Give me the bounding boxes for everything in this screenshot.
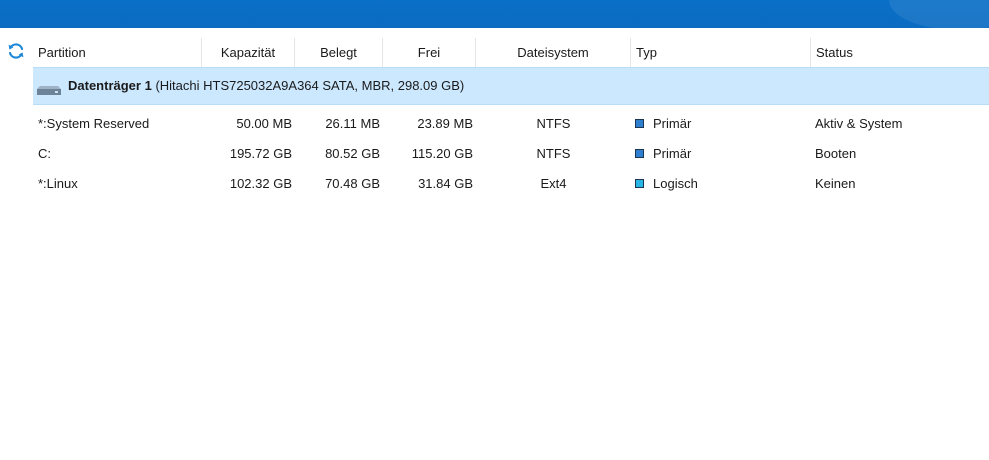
disk-name: Datenträger 1 bbox=[68, 78, 152, 93]
partition-status: Keinen bbox=[815, 176, 856, 191]
partition-filesystem: NTFS bbox=[536, 146, 571, 161]
column-header-type[interactable]: Typ bbox=[631, 38, 811, 67]
partition-capacity: 195.72 GB bbox=[229, 146, 292, 161]
partition-used: 26.11 MB bbox=[325, 116, 380, 131]
hard-disk-icon bbox=[37, 83, 61, 95]
partition-type: Primär bbox=[653, 116, 692, 131]
column-header-filesystem[interactable]: Dateisystem bbox=[476, 38, 631, 67]
partition-capacity: 50.00 MB bbox=[236, 116, 292, 131]
partition-status: Aktiv & System bbox=[815, 116, 903, 131]
partition-type: Logisch bbox=[653, 176, 698, 191]
partition-used: 70.48 GB bbox=[325, 176, 380, 191]
disk-details: (Hitachi HTS725032A9A364 SATA, MBR, 298.… bbox=[155, 78, 465, 93]
partition-row[interactable]: *:System Reserved 50.00 MB 26.11 MB 23.8… bbox=[33, 109, 989, 139]
column-header-status[interactable]: Status bbox=[811, 38, 989, 67]
column-header-free[interactable]: Frei bbox=[383, 38, 476, 67]
partition-filesystem: Ext4 bbox=[540, 176, 567, 191]
partition-status: Booten bbox=[815, 146, 857, 161]
partition-row[interactable]: *:Linux 102.32 GB 70.48 GB 31.84 GB Ext4… bbox=[33, 169, 989, 199]
partition-used: 80.52 GB bbox=[325, 146, 380, 161]
table-header: Partition Kapazität Belegt Frei Dateisys… bbox=[33, 38, 989, 68]
disk-row[interactable]: Datenträger 1 (Hitachi HTS725032A9A364 S… bbox=[33, 67, 989, 105]
partition-filesystem: NTFS bbox=[536, 116, 571, 131]
partition-free: 115.20 GB bbox=[411, 146, 473, 161]
type-color-swatch bbox=[635, 179, 644, 188]
partition-name: *:Linux bbox=[38, 176, 78, 191]
refresh-icon[interactable] bbox=[6, 41, 26, 61]
banner-decoration bbox=[889, 0, 989, 28]
column-header-partition[interactable]: Partition bbox=[33, 38, 202, 67]
partition-type: Primär bbox=[653, 146, 692, 161]
partition-free: 23.89 MB bbox=[417, 116, 473, 131]
partition-name: C: bbox=[38, 146, 51, 161]
type-color-swatch bbox=[635, 149, 644, 158]
type-color-swatch bbox=[635, 119, 644, 128]
column-header-capacity[interactable]: Kapazität bbox=[202, 38, 295, 67]
disk-label: Datenträger 1 (Hitachi HTS725032A9A364 S… bbox=[68, 68, 464, 104]
partition-free: 31.84 GB bbox=[418, 176, 473, 191]
partition-row[interactable]: C: 195.72 GB 80.52 GB 115.20 GB NTFS Pri… bbox=[33, 139, 989, 169]
partition-name: *:System Reserved bbox=[38, 116, 150, 131]
column-header-used[interactable]: Belegt bbox=[295, 38, 383, 67]
partition-capacity: 102.32 GB bbox=[229, 176, 292, 191]
top-banner bbox=[0, 0, 989, 28]
